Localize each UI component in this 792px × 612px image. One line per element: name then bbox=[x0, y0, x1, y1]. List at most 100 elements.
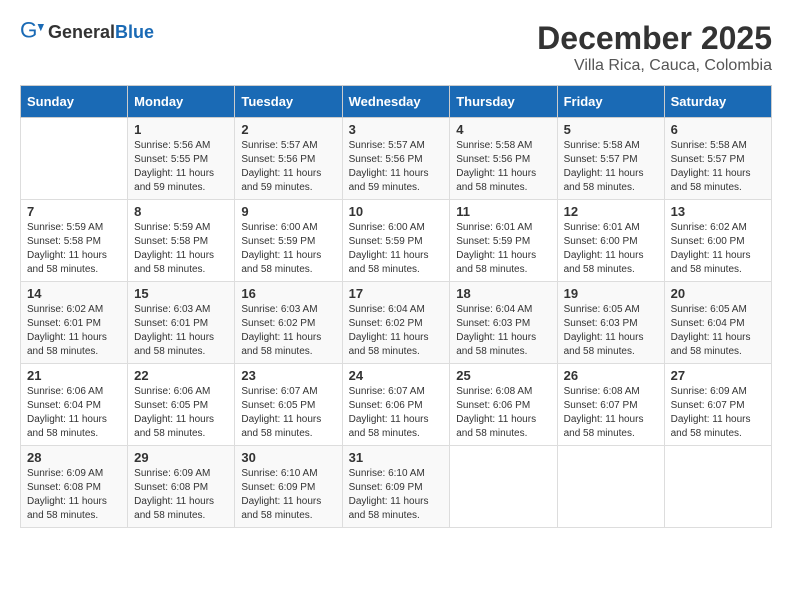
calendar-cell: 20 Sunrise: 6:05 AMSunset: 6:04 PMDayligh… bbox=[664, 282, 771, 364]
day-number: 17 bbox=[349, 286, 444, 301]
calendar-cell: 10Sunrise: 6:00 AMSunset: 5:59 PMDayligh… bbox=[342, 200, 450, 282]
calendar-cell: 27 Sunrise: 6:09 AMSunset: 6:07 PMDayligh… bbox=[664, 364, 771, 446]
day-info: Sunrise: 6:10 AMSunset: 6:09 PMDaylight:… bbox=[241, 467, 335, 523]
day-info: Sunrise: 6:05 AMSunset: 6:04 PMDaylight:… bbox=[671, 303, 765, 359]
calendar-cell: 22Sunrise: 6:06 AMSunset: 6:05 PMDayligh… bbox=[128, 364, 235, 446]
day-number: 25 bbox=[456, 368, 550, 383]
calendar-cell: 18 Sunrise: 6:04 AMSunset: 6:03 PMDayligh… bbox=[450, 282, 557, 364]
svg-text:G: G bbox=[20, 20, 37, 43]
day-info: Sunrise: 6:05 AMSunset: 6:03 PMDaylight:… bbox=[564, 303, 658, 359]
title-section: December 2025 Villa Rica, Cauca, Colombi… bbox=[537, 20, 772, 75]
calendar-cell: 28 Sunrise: 6:09 AMSunset: 6:08 PMDayligh… bbox=[21, 446, 128, 528]
logo-icon: G bbox=[20, 20, 44, 44]
day-number: 3 bbox=[349, 122, 444, 137]
day-info: Sunrise: 6:01 AMSunset: 5:59 PMDaylight:… bbox=[456, 221, 550, 277]
subtitle: Villa Rica, Cauca, Colombia bbox=[537, 57, 772, 75]
day-number: 27 bbox=[671, 368, 765, 383]
page-header: G GeneralBlue December 2025 Villa Rica, … bbox=[20, 20, 772, 75]
calendar-table: SundayMondayTuesdayWednesdayThursdayFrid… bbox=[20, 85, 772, 528]
day-info: Sunrise: 5:58 AMSunset: 5:56 PMDaylight:… bbox=[456, 139, 550, 195]
calendar-cell: 26 Sunrise: 6:08 AMSunset: 6:07 PMDayligh… bbox=[557, 364, 664, 446]
calendar-cell bbox=[664, 446, 771, 528]
calendar-cell: 7 Sunrise: 5:59 AMSunset: 5:58 PMDaylight… bbox=[21, 200, 128, 282]
calendar-cell: 3 Sunrise: 5:57 AMSunset: 5:56 PMDaylight… bbox=[342, 118, 450, 200]
calendar-week-row: 21Sunrise: 6:06 AMSunset: 6:04 PMDayligh… bbox=[21, 364, 772, 446]
calendar-cell: 23 Sunrise: 6:07 AMSunset: 6:05 PMDayligh… bbox=[235, 364, 342, 446]
day-number: 5 bbox=[564, 122, 658, 137]
calendar-cell: 12 Sunrise: 6:01 AMSunset: 6:00 PMDayligh… bbox=[557, 200, 664, 282]
day-number: 22 bbox=[134, 368, 228, 383]
day-number: 11 bbox=[456, 204, 550, 219]
day-info: Sunrise: 5:57 AMSunset: 5:56 PMDaylight:… bbox=[241, 139, 335, 195]
header-friday: Friday bbox=[557, 86, 664, 118]
calendar-cell bbox=[450, 446, 557, 528]
day-info: Sunrise: 6:01 AMSunset: 6:00 PMDaylight:… bbox=[564, 221, 658, 277]
day-number: 30 bbox=[241, 450, 335, 465]
day-info: Sunrise: 6:10 AMSunset: 6:09 PMDaylight:… bbox=[349, 467, 444, 523]
day-number: 18 bbox=[456, 286, 550, 301]
day-info: Sunrise: 6:09 AMSunset: 6:08 PMDaylight:… bbox=[27, 467, 121, 523]
calendar-cell: 16Sunrise: 6:03 AMSunset: 6:02 PMDayligh… bbox=[235, 282, 342, 364]
day-info: Sunrise: 6:09 AMSunset: 6:07 PMDaylight:… bbox=[671, 385, 765, 441]
day-number: 23 bbox=[241, 368, 335, 383]
day-number: 31 bbox=[349, 450, 444, 465]
calendar-cell: 8Sunrise: 5:59 AMSunset: 5:58 PMDaylight… bbox=[128, 200, 235, 282]
header-saturday: Saturday bbox=[664, 86, 771, 118]
header-wednesday: Wednesday bbox=[342, 86, 450, 118]
calendar-cell: 25 Sunrise: 6:08 AMSunset: 6:06 PMDayligh… bbox=[450, 364, 557, 446]
day-number: 20 bbox=[671, 286, 765, 301]
day-number: 12 bbox=[564, 204, 658, 219]
day-number: 24 bbox=[349, 368, 444, 383]
calendar-cell: 13 Sunrise: 6:02 AMSunset: 6:00 PMDayligh… bbox=[664, 200, 771, 282]
calendar-week-row: 7 Sunrise: 5:59 AMSunset: 5:58 PMDaylight… bbox=[21, 200, 772, 282]
calendar-header-row: SundayMondayTuesdayWednesdayThursdayFrid… bbox=[21, 86, 772, 118]
calendar-cell: 5 Sunrise: 5:58 AMSunset: 5:57 PMDaylight… bbox=[557, 118, 664, 200]
day-info: Sunrise: 5:59 AMSunset: 5:58 PMDaylight:… bbox=[27, 221, 121, 277]
calendar-cell: 1Sunrise: 5:56 AMSunset: 5:55 PMDaylight… bbox=[128, 118, 235, 200]
calendar-cell: 24 Sunrise: 6:07 AMSunset: 6:06 PMDayligh… bbox=[342, 364, 450, 446]
logo-general: General bbox=[48, 22, 115, 42]
day-number: 14 bbox=[27, 286, 121, 301]
calendar-cell: 19 Sunrise: 6:05 AMSunset: 6:03 PMDayligh… bbox=[557, 282, 664, 364]
day-info: Sunrise: 5:58 AMSunset: 5:57 PMDaylight:… bbox=[671, 139, 765, 195]
day-number: 7 bbox=[27, 204, 121, 219]
day-number: 13 bbox=[671, 204, 765, 219]
day-info: Sunrise: 6:00 AMSunset: 5:59 PMDaylight:… bbox=[241, 221, 335, 277]
day-info: Sunrise: 5:57 AMSunset: 5:56 PMDaylight:… bbox=[349, 139, 444, 195]
day-info: Sunrise: 6:02 AMSunset: 6:00 PMDaylight:… bbox=[671, 221, 765, 277]
day-number: 8 bbox=[134, 204, 228, 219]
header-thursday: Thursday bbox=[450, 86, 557, 118]
day-info: Sunrise: 6:07 AMSunset: 6:06 PMDaylight:… bbox=[349, 385, 444, 441]
calendar-cell: 31 Sunrise: 6:10 AMSunset: 6:09 PMDayligh… bbox=[342, 446, 450, 528]
day-info: Sunrise: 6:04 AMSunset: 6:03 PMDaylight:… bbox=[456, 303, 550, 359]
day-info: Sunrise: 6:02 AMSunset: 6:01 PMDaylight:… bbox=[27, 303, 121, 359]
main-title: December 2025 bbox=[537, 20, 772, 57]
calendar-cell: 11 Sunrise: 6:01 AMSunset: 5:59 PMDayligh… bbox=[450, 200, 557, 282]
logo-blue: Blue bbox=[115, 22, 154, 42]
day-number: 19 bbox=[564, 286, 658, 301]
calendar-cell: 30 Sunrise: 6:10 AMSunset: 6:09 PMDayligh… bbox=[235, 446, 342, 528]
day-info: Sunrise: 6:07 AMSunset: 6:05 PMDaylight:… bbox=[241, 385, 335, 441]
header-tuesday: Tuesday bbox=[235, 86, 342, 118]
day-info: Sunrise: 5:58 AMSunset: 5:57 PMDaylight:… bbox=[564, 139, 658, 195]
calendar-cell: 17Sunrise: 6:04 AMSunset: 6:02 PMDayligh… bbox=[342, 282, 450, 364]
day-number: 28 bbox=[27, 450, 121, 465]
day-number: 26 bbox=[564, 368, 658, 383]
calendar-cell bbox=[557, 446, 664, 528]
day-number: 6 bbox=[671, 122, 765, 137]
day-number: 29 bbox=[134, 450, 228, 465]
calendar-week-row: 28 Sunrise: 6:09 AMSunset: 6:08 PMDayligh… bbox=[21, 446, 772, 528]
calendar-cell bbox=[21, 118, 128, 200]
day-number: 9 bbox=[241, 204, 335, 219]
day-info: Sunrise: 6:08 AMSunset: 6:07 PMDaylight:… bbox=[564, 385, 658, 441]
header-monday: Monday bbox=[128, 86, 235, 118]
calendar-week-row: 1Sunrise: 5:56 AMSunset: 5:55 PMDaylight… bbox=[21, 118, 772, 200]
day-info: Sunrise: 6:03 AMSunset: 6:02 PMDaylight:… bbox=[241, 303, 335, 359]
day-info: Sunrise: 5:56 AMSunset: 5:55 PMDaylight:… bbox=[134, 139, 228, 195]
day-info: Sunrise: 6:06 AMSunset: 6:04 PMDaylight:… bbox=[27, 385, 121, 441]
day-number: 15 bbox=[134, 286, 228, 301]
header-sunday: Sunday bbox=[21, 86, 128, 118]
calendar-cell: 21Sunrise: 6:06 AMSunset: 6:04 PMDayligh… bbox=[21, 364, 128, 446]
calendar-cell: 14 Sunrise: 6:02 AMSunset: 6:01 PMDayligh… bbox=[21, 282, 128, 364]
day-info: Sunrise: 6:08 AMSunset: 6:06 PMDaylight:… bbox=[456, 385, 550, 441]
